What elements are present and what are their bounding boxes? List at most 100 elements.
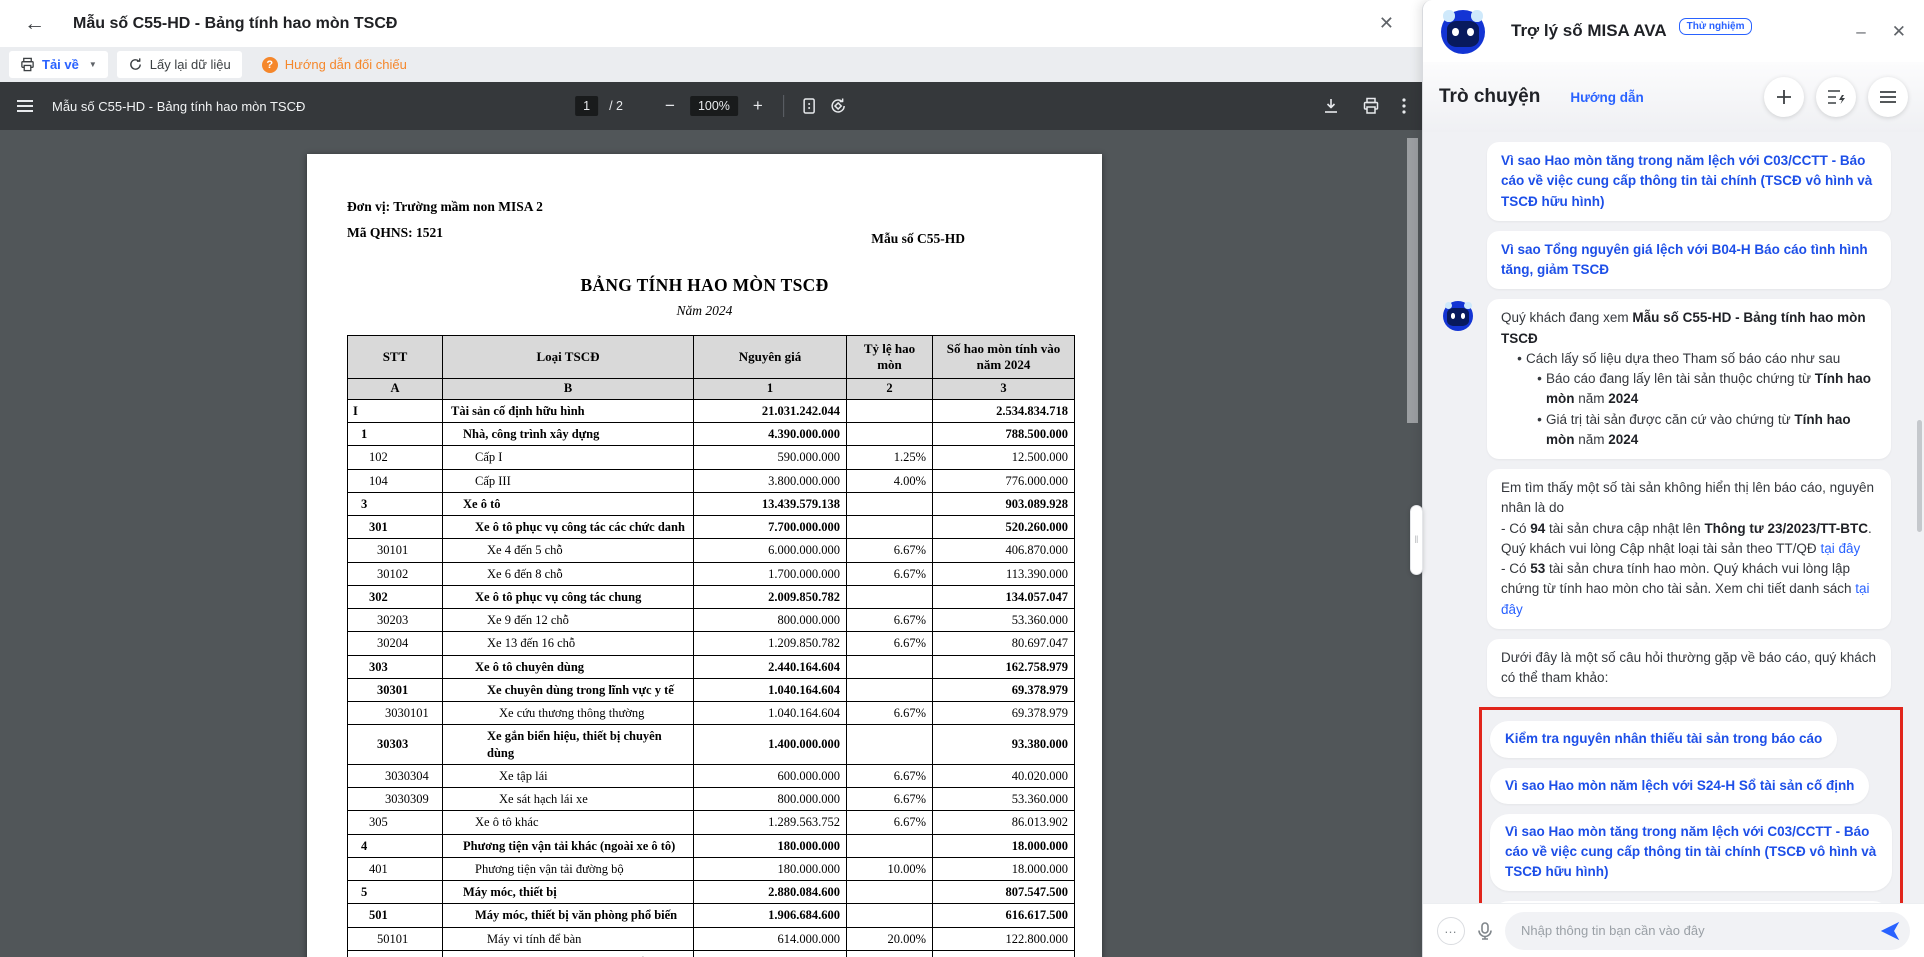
zoom-level[interactable]: 100%: [689, 96, 738, 116]
table-row: 104 Cấp III 3.800.000.000 4.00% 776.000.000: [347, 468, 1075, 493]
table-row: 30301 Xe chuyên dùng trong lĩnh vực y tế 1…: [347, 677, 1075, 703]
suggestions-box: Kiểm tra nguyên nhân thiếu tài sản trong…: [1479, 707, 1903, 903]
report-toolbar: Tải về ▼ Lấy lại dữ liệu ? Hướng dẫn đối…: [0, 47, 1422, 82]
message-input-wrapper: [1505, 911, 1910, 950]
table-row: 501 Máy móc, thiết bị văn phòng phổ biến 1…: [347, 903, 1075, 928]
menu-icon[interactable]: [16, 99, 34, 113]
question-circle-icon: ?: [261, 56, 278, 73]
guide-label: Hướng dẫn đối chiếu: [284, 57, 407, 72]
table-row: 3030309 Xe sát hạch lái xe 800.000.000 6.67…: [347, 786, 1075, 812]
table-row: 301 Xe ô tô phục vụ công tác các chức dan…: [347, 514, 1075, 540]
document-code: Mã QHNS: 1521: [347, 225, 443, 241]
table-row: 30203 Xe 9 đến 12 chỗ 800.000.000 6.67% 53.3…: [347, 607, 1075, 633]
close-icon[interactable]: ✕: [1379, 13, 1394, 34]
tab-guide[interactable]: Hướng dẫn: [1570, 90, 1643, 105]
chat-scrollbar[interactable]: [1917, 420, 1922, 532]
comparison-guide-button[interactable]: ? Hướng dẫn đối chiếu: [251, 51, 418, 78]
table-row: 30102 Xe 6 đến 8 chỗ 1.700.000.000 6.67% 113…: [347, 561, 1075, 586]
message-row: Quý khách đang xem Mẫu số C55-HD - Bảng …: [1439, 299, 1908, 459]
col-loai-tscd: Loại TSCĐ: [442, 334, 694, 380]
message-row: Vì sao Tổng nguyên giá lệch với B04-H Bá…: [1439, 230, 1908, 290]
table-row: I Tài sản cố định hữu hình 21.031.242.044 2…: [347, 398, 1075, 424]
refresh-data-button[interactable]: Lấy lại dữ liệu: [116, 51, 242, 78]
chat-assistant-panel: Trợ lý số MISA AVA Thử nghiệm – ✕ Trò ch…: [1422, 0, 1924, 957]
printer-icon: [20, 57, 35, 72]
refresh-icon: [128, 57, 143, 72]
zoom-out-button[interactable]: −: [661, 96, 679, 116]
pdf-preview-window: ← Mẫu số C55-HD - Bảng tính hao mòn TSCĐ…: [0, 0, 1422, 957]
download-icon[interactable]: [1322, 97, 1340, 115]
table-header-row: STT Loại TSCĐ Nguyên giá Tỷ lệ hao mòn S…: [347, 334, 1075, 380]
prompt-library-button[interactable]: [1816, 77, 1856, 117]
suggested-question-chip[interactable]: Vì sao Hao mòn tăng trong năm lệch với C…: [1490, 813, 1892, 891]
table-row: 3 Xe ô tô 13.439.579.138 903.089.928: [347, 491, 1075, 517]
message-row: Em tìm thấy một số tài sản không hiển th…: [1439, 469, 1908, 629]
col-so-hao-mon: Số hao mòn tính vào năm 2024: [932, 334, 1075, 380]
message-row: Vì sao Hao mòn tăng trong năm lệch với C…: [1439, 142, 1908, 221]
table-row: 3030101 Xe cứu thương thông thường 1.040.1…: [347, 700, 1075, 726]
table-row: 302 Xe ô tô phục vụ công tác chung 2.009.8…: [347, 584, 1075, 610]
new-chat-button[interactable]: [1764, 77, 1804, 117]
minimize-icon[interactable]: –: [1856, 23, 1865, 40]
assistant-logo: [1441, 10, 1485, 54]
assistant-avatar: [1443, 301, 1473, 332]
assistant-message: Dưới đây là một số câu hỏi thường gặp về…: [1487, 638, 1891, 698]
assistant-header: Trợ lý số MISA AVA Thử nghiệm – ✕: [1423, 0, 1924, 62]
chat-menu-button[interactable]: [1868, 77, 1908, 117]
more-vertical-icon[interactable]: [1402, 97, 1406, 115]
assistant-tabbar: Trò chuyện Hướng dẫn: [1423, 62, 1924, 132]
question-message: Vì sao Hao mòn tăng trong năm lệch với C…: [1487, 142, 1891, 221]
document-subtitle: Năm 2024: [676, 302, 733, 318]
asset-table-body: I Tài sản cố định hữu hình 21.031.242.044 2…: [347, 398, 1075, 957]
tab-chat[interactable]: Trò chuyện: [1439, 86, 1540, 108]
table-row: 305 Xe ô tô khác 1.289.563.752 6.67% 86.013.…: [347, 810, 1075, 835]
table-row: 102 Cấp I 590.000.000 1.25% 12.500.000: [347, 445, 1075, 470]
window-titlebar: ← Mẫu số C55-HD - Bảng tính hao mòn TSCĐ…: [0, 0, 1422, 47]
document-unit: Đơn vị: Trường mầm non MISA 2: [347, 199, 543, 214]
message-row: Dưới đây là một số câu hỏi thường gặp về…: [1439, 638, 1908, 698]
table-subheader-row: A B 1 2 3: [347, 378, 1075, 400]
download-button[interactable]: Tải về ▼: [9, 51, 108, 78]
page-number-input[interactable]: 1: [575, 96, 599, 116]
col-nguyen-gia: Nguyên giá: [693, 334, 847, 380]
document-title: BẢNG TÍNH HAO MÒN TSCĐ: [580, 274, 829, 295]
page-total: / 2: [609, 99, 623, 113]
suggested-question-chip[interactable]: Kiểm tra nguyên nhân thiếu tài sản trong…: [1490, 721, 1838, 758]
print-icon[interactable]: [1362, 97, 1380, 115]
beta-badge: Thử nghiệm: [1678, 17, 1753, 35]
microphone-icon[interactable]: [1475, 921, 1495, 941]
question-message: Vì sao Tổng nguyên giá lệch với B04-H Bá…: [1487, 230, 1891, 290]
col-ty-le: Tỷ lệ hao mòn: [846, 334, 933, 380]
col-stt: STT: [347, 334, 443, 380]
suggested-question-chip[interactable]: Vì sao Hao mòn năm lệch với S24-H Sổ tài…: [1490, 767, 1870, 804]
document-page: Đơn vị: Trường mầm non MISA 2 Mã QHNS: 1…: [307, 154, 1102, 957]
panel-resize-handle[interactable]: ‖: [1410, 505, 1423, 575]
inline-link[interactable]: tại đây: [1820, 541, 1860, 556]
message-input[interactable]: [1521, 923, 1880, 938]
window-title: Mẫu số C55-HD - Bảng tính hao mòn TSCĐ: [73, 14, 398, 32]
table-row: 50102Máy vi tính xách tay (hoặc thiết bị…: [347, 949, 1075, 957]
table-row: 4 Phương tiện vận tải khác (ngoài xe ô tô…: [347, 833, 1075, 858]
panel-close-icon[interactable]: ✕: [1892, 23, 1906, 40]
table-row: 5 Máy móc, thiết bị 2.880.084.600 807.547.5…: [347, 879, 1075, 905]
assistant-message: Quý khách đang xem Mẫu số C55-HD - Bảng …: [1487, 299, 1891, 459]
table-row: 303 Xe ô tô chuyên dùng 2.440.164.604 162.7…: [347, 654, 1075, 679]
send-icon[interactable]: [1880, 921, 1900, 941]
document-form-number: Mẫu số C55-HD: [871, 230, 965, 246]
table-row: 3030304 Xe tập lái 600.000.000 6.67% 40.020.…: [347, 763, 1075, 789]
screen: ← Mẫu số C55-HD - Bảng tính hao mòn TSCĐ…: [0, 0, 1924, 957]
pdf-scrollbar[interactable]: [1407, 138, 1418, 423]
back-arrow-icon[interactable]: ←: [24, 13, 45, 34]
chat-messages: Vì sao Hao mòn tăng trong năm lệch với C…: [1423, 132, 1924, 903]
rotate-icon[interactable]: [829, 97, 847, 115]
pdf-doc-title: Mẫu số C55-HD - Bảng tính hao mòn TSCĐ: [52, 98, 306, 114]
fit-page-icon[interactable]: [800, 97, 818, 115]
pdf-viewer-toolbar: Mẫu số C55-HD - Bảng tính hao mòn TSCĐ 1…: [0, 82, 1422, 130]
table-row: 401 Phương tiện vận tải đường bộ 180.000.0…: [347, 856, 1075, 882]
refresh-label: Lấy lại dữ liệu: [149, 57, 231, 72]
table-row: 50101 Máy vi tính để bàn 614.000.000 20.00%…: [347, 926, 1075, 951]
assistant-message: Em tìm thấy một số tài sản không hiển th…: [1487, 469, 1891, 629]
download-label: Tải về: [42, 57, 79, 72]
more-options-button[interactable]: …: [1437, 916, 1465, 945]
zoom-in-button[interactable]: +: [749, 96, 767, 116]
